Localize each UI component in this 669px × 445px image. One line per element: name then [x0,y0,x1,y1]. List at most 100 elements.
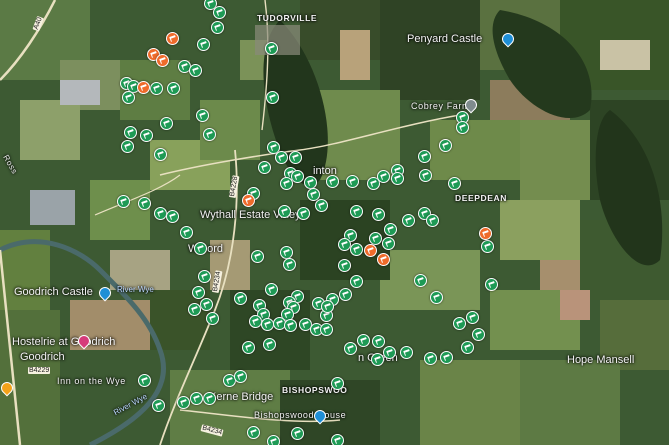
camera-icon[interactable] [265,283,278,296]
camera-icon[interactable] [280,246,293,259]
camera-icon[interactable] [472,328,485,341]
camera-icon-highlighted[interactable] [166,32,179,45]
camera-icon[interactable] [138,197,151,210]
camera-icon[interactable] [331,434,344,445]
camera-icon[interactable] [339,288,352,301]
camera-icon[interactable] [357,334,370,347]
camera-icon[interactable] [263,338,276,351]
camera-icon[interactable] [426,214,439,227]
camera-icon[interactable] [297,207,310,220]
camera-icon[interactable] [289,151,302,164]
camera-icon[interactable] [377,170,390,183]
camera-icon[interactable] [266,91,279,104]
camera-icon[interactable] [321,300,334,313]
camera-icon-highlighted[interactable] [137,81,150,94]
camera-icon[interactable] [213,6,226,19]
camera-icon[interactable] [418,150,431,163]
camera-icon[interactable] [278,205,291,218]
camera-icon[interactable] [167,82,180,95]
camera-icon[interactable] [338,259,351,272]
camera-icon[interactable] [402,214,415,227]
camera-icon[interactable] [234,292,247,305]
camera-icon[interactable] [251,250,264,263]
camera-icon[interactable] [249,315,262,328]
camera-icon[interactable] [192,286,205,299]
camera-icon[interactable] [189,64,202,77]
camera-icon[interactable] [466,311,479,324]
camera-icon[interactable] [203,128,216,141]
camera-icon[interactable] [150,82,163,95]
camera-icon[interactable] [154,207,167,220]
camera-icon[interactable] [430,291,443,304]
camera-icon[interactable] [284,319,297,332]
camera-icon[interactable] [350,205,363,218]
camera-icon[interactable] [315,199,328,212]
camera-icon[interactable] [267,435,280,445]
camera-icon-highlighted[interactable] [377,253,390,266]
camera-icon[interactable] [190,392,203,405]
camera-icon[interactable] [383,346,396,359]
camera-icon[interactable] [481,240,494,253]
camera-icon[interactable] [275,151,288,164]
camera-icon[interactable] [448,177,461,190]
camera-icon[interactable] [485,278,498,291]
camera-icon[interactable] [200,298,213,311]
camera-icon[interactable] [138,374,151,387]
camera-icon[interactable] [414,274,427,287]
camera-icon[interactable] [203,392,216,405]
camera-icon-highlighted[interactable] [242,194,255,207]
camera-icon[interactable] [188,303,201,316]
camera-icon[interactable] [206,312,219,325]
camera-icon[interactable] [258,161,271,174]
camera-icon[interactable] [140,129,153,142]
camera-icon[interactable] [344,342,357,355]
camera-icon[interactable] [320,323,333,336]
camera-icon[interactable] [152,399,165,412]
camera-icon[interactable] [177,396,190,409]
camera-icon[interactable] [154,148,167,161]
camera-icon[interactable] [372,335,385,348]
camera-icon[interactable] [382,237,395,250]
camera-icon[interactable] [121,140,134,153]
camera-icon[interactable] [346,175,359,188]
camera-icon[interactable] [371,353,384,366]
camera-icon[interactable] [247,426,260,439]
camera-icon[interactable] [291,170,304,183]
camera-icon[interactable] [456,121,469,134]
camera-icon[interactable] [326,175,339,188]
camera-icon[interactable] [439,139,452,152]
camera-icon[interactable] [166,210,179,223]
camera-icon-highlighted[interactable] [479,227,492,240]
camera-icon[interactable] [283,258,296,271]
camera-icon[interactable] [197,38,210,51]
camera-icon[interactable] [419,169,432,182]
camera-icon[interactable] [242,341,255,354]
camera-icon-highlighted[interactable] [156,54,169,67]
camera-icon[interactable] [350,275,363,288]
camera-icon[interactable] [124,126,137,139]
camera-icon[interactable] [265,42,278,55]
camera-icon[interactable] [453,317,466,330]
camera-icon[interactable] [424,352,437,365]
camera-icon[interactable] [350,243,363,256]
camera-icon[interactable] [261,318,274,331]
camera-icon[interactable] [280,177,293,190]
camera-icon[interactable] [211,21,224,34]
camera-icon[interactable] [391,172,404,185]
camera-icon[interactable] [196,109,209,122]
camera-icon[interactable] [304,176,317,189]
satellite-map[interactable]: TUDORVILLE Penyard Castle Cobrey Farms D… [0,0,669,445]
camera-icon[interactable] [461,341,474,354]
camera-icon[interactable] [180,226,193,239]
camera-icon[interactable] [234,370,247,383]
camera-icon[interactable] [198,270,211,283]
camera-icon[interactable] [384,223,397,236]
camera-icon[interactable] [372,208,385,221]
camera-icon[interactable] [331,377,344,390]
camera-icon-highlighted[interactable] [364,244,377,257]
camera-icon[interactable] [440,351,453,364]
camera-icon[interactable] [117,195,130,208]
camera-icon[interactable] [194,242,207,255]
camera-icon[interactable] [291,427,304,440]
camera-icon[interactable] [122,91,135,104]
